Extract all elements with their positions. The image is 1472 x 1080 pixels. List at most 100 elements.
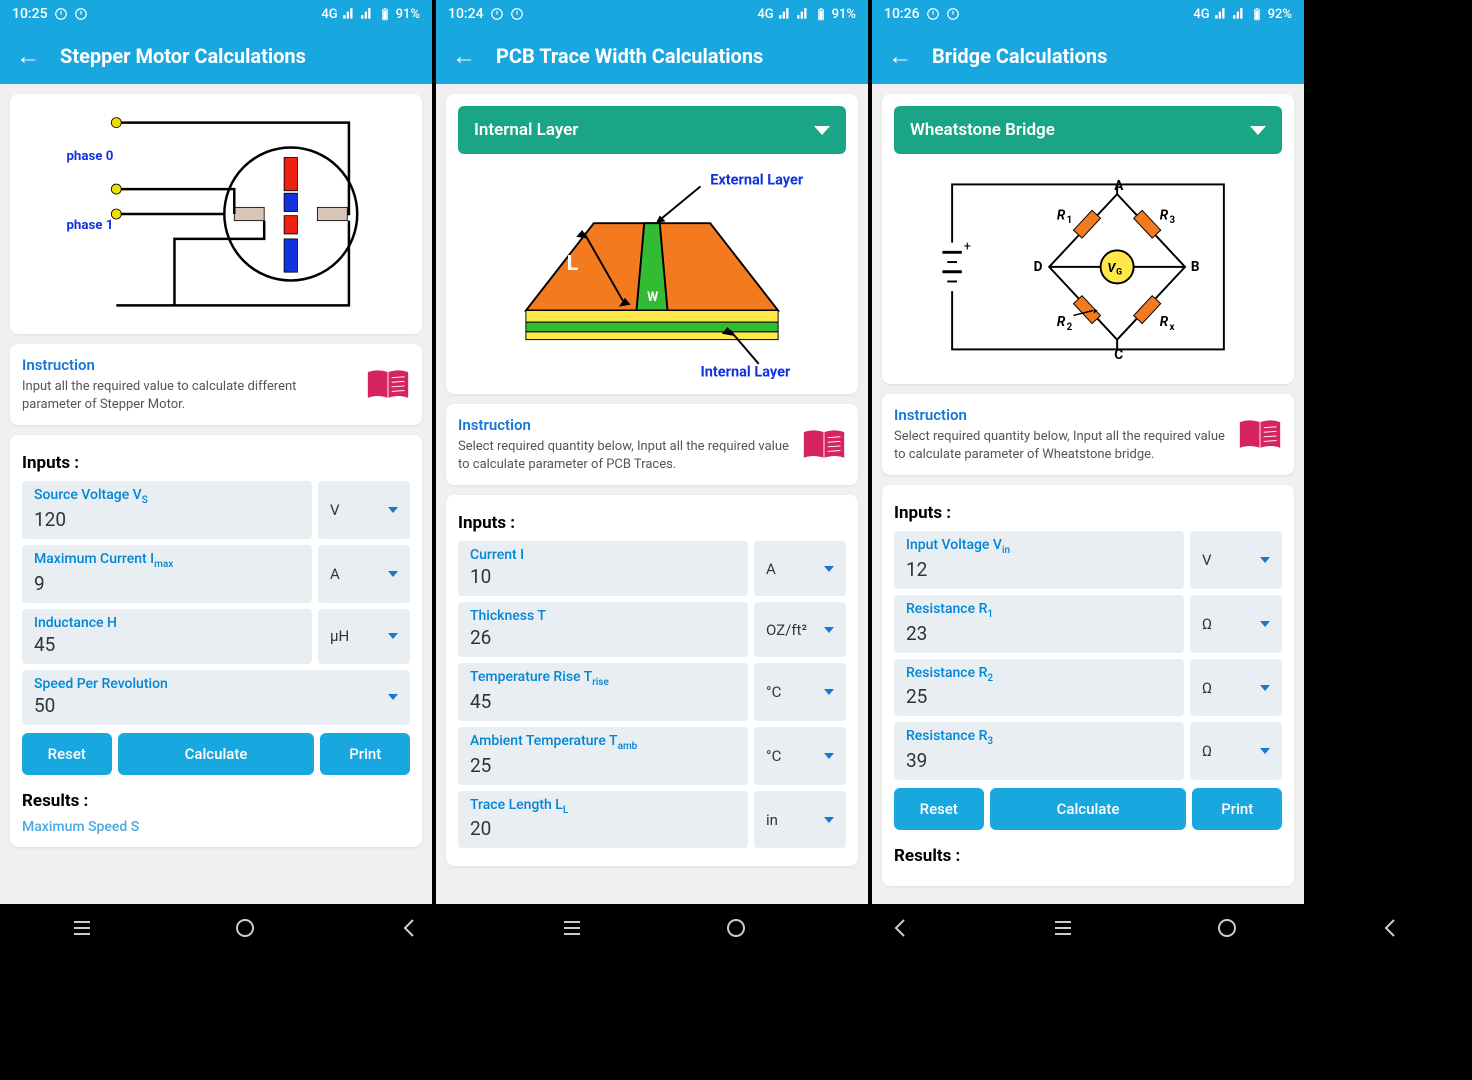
instruction-card: Instruction Select required quantity bel… bbox=[882, 394, 1294, 475]
nav-bar bbox=[491, 904, 982, 1080]
signal-icon bbox=[360, 7, 374, 21]
status-time: 10:24 bbox=[448, 6, 484, 22]
status-batt: 91% bbox=[396, 7, 420, 22]
inputs-card: Inputs : Input Voltage Vin12V Resistance… bbox=[882, 485, 1294, 886]
page-title: Bridge Calculations bbox=[932, 44, 1107, 68]
input-r2[interactable]: Resistance R225 bbox=[894, 659, 1184, 717]
book-icon[interactable] bbox=[1238, 417, 1282, 453]
svg-text:A: A bbox=[1114, 178, 1124, 194]
nav-bar bbox=[981, 904, 1472, 1080]
unit-select-current[interactable]: A bbox=[318, 545, 410, 603]
status-net: 4G bbox=[757, 7, 773, 22]
nav-recent-icon[interactable] bbox=[560, 916, 584, 940]
input-inductance[interactable]: Inductance H45 bbox=[22, 609, 312, 664]
instruction-card: Instruction Input all the required value… bbox=[10, 344, 422, 425]
svg-text:D: D bbox=[1034, 259, 1043, 275]
nav-bar bbox=[0, 904, 491, 1080]
unit-select[interactable]: Ω bbox=[1190, 659, 1282, 717]
notif-icon bbox=[926, 7, 940, 21]
diagram-bridge: + VG A B C D bbox=[894, 162, 1282, 372]
bridge-selector[interactable]: Wheatstone Bridge bbox=[894, 106, 1282, 154]
svg-text:V: V bbox=[1107, 261, 1116, 276]
unit-select-voltage[interactable]: V bbox=[318, 481, 410, 539]
nav-recent-icon[interactable] bbox=[70, 916, 94, 940]
input-temp-amb[interactable]: Ambient Temperature Tamb25 bbox=[458, 727, 748, 785]
svg-text:3: 3 bbox=[1170, 215, 1176, 226]
svg-text:G: G bbox=[1116, 268, 1122, 278]
nav-recent-icon[interactable] bbox=[1051, 916, 1075, 940]
nav-home-icon[interactable] bbox=[1215, 916, 1239, 940]
reset-button[interactable]: Reset bbox=[22, 733, 112, 775]
back-button[interactable]: ← bbox=[16, 42, 40, 71]
svg-text:x: x bbox=[1170, 322, 1175, 333]
results-title: Results : bbox=[22, 791, 410, 811]
status-bar: 10:24 4G 91% bbox=[436, 0, 868, 28]
unit-select[interactable]: °C bbox=[754, 727, 846, 785]
layer-selector[interactable]: Internal Layer bbox=[458, 106, 846, 154]
unit-select[interactable]: OZ/ft² bbox=[754, 602, 846, 657]
battery-icon bbox=[378, 7, 392, 21]
unit-select[interactable]: in bbox=[754, 791, 846, 849]
svg-text:W: W bbox=[647, 290, 658, 305]
input-r1[interactable]: Resistance R123 bbox=[894, 595, 1184, 653]
unit-select-inductance[interactable]: μH bbox=[318, 609, 410, 664]
input-temp-rise[interactable]: Temperature Rise Trise45 bbox=[458, 663, 748, 721]
signal-icon bbox=[778, 7, 792, 21]
svg-text:C: C bbox=[1114, 347, 1123, 363]
nav-back-icon[interactable] bbox=[1378, 916, 1402, 940]
svg-text:phase 0: phase 0 bbox=[66, 149, 113, 164]
nav-home-icon[interactable] bbox=[233, 916, 257, 940]
screen-stepper: 10:25 4G 91% ← Stepper Motor Calculation… bbox=[0, 0, 432, 904]
calculate-button[interactable]: Calculate bbox=[990, 788, 1187, 830]
screen-pcb: 10:24 4G 91% ← PCB Trace Width Calculati… bbox=[436, 0, 868, 904]
instruction-body: Select required quantity below, Input al… bbox=[894, 428, 1228, 463]
book-icon[interactable] bbox=[366, 367, 410, 403]
unit-select[interactable]: Ω bbox=[1190, 722, 1282, 780]
input-trace-len[interactable]: Trace Length LL20 bbox=[458, 791, 748, 849]
notif-icon bbox=[54, 7, 68, 21]
calculate-button[interactable]: Calculate bbox=[118, 733, 315, 775]
print-button[interactable]: Print bbox=[320, 733, 410, 775]
unit-select[interactable]: V bbox=[1190, 531, 1282, 589]
unit-select[interactable]: °C bbox=[754, 663, 846, 721]
instruction-body: Select required quantity below, Input al… bbox=[458, 438, 792, 473]
instruction-heading: Instruction bbox=[894, 406, 1228, 424]
input-r3[interactable]: Resistance R339 bbox=[894, 722, 1184, 780]
reset-button[interactable]: Reset bbox=[894, 788, 984, 830]
input-vin[interactable]: Input Voltage Vin12 bbox=[894, 531, 1184, 589]
svg-text:R: R bbox=[1057, 314, 1066, 330]
notif-icon bbox=[510, 7, 524, 21]
signal-icon bbox=[342, 7, 356, 21]
app-bar: ← Bridge Calculations bbox=[872, 28, 1304, 84]
notif-icon bbox=[946, 7, 960, 21]
instruction-card: Instruction Select required quantity bel… bbox=[446, 404, 858, 485]
label-internal: Internal Layer bbox=[700, 364, 790, 379]
results-title: Results : bbox=[894, 846, 1282, 866]
status-time: 10:25 bbox=[12, 6, 48, 22]
input-speed-rev[interactable]: Speed Per Revolution50 bbox=[22, 670, 410, 725]
svg-text:2: 2 bbox=[1067, 322, 1073, 333]
nav-home-icon[interactable] bbox=[724, 916, 748, 940]
svg-text:1: 1 bbox=[1067, 215, 1073, 226]
page-title: Stepper Motor Calculations bbox=[60, 44, 306, 68]
input-thickness[interactable]: Thickness T26 bbox=[458, 602, 748, 657]
status-bar: 10:25 4G 91% bbox=[0, 0, 432, 28]
result-row: Maximum Speed S bbox=[22, 819, 410, 835]
nav-back-icon[interactable] bbox=[397, 916, 421, 940]
input-source-voltage[interactable]: Source Voltage VS120 bbox=[22, 481, 312, 539]
nav-back-icon[interactable] bbox=[888, 916, 912, 940]
input-current[interactable]: Current I10 bbox=[458, 541, 748, 596]
app-bar: ← Stepper Motor Calculations bbox=[0, 28, 432, 84]
status-batt: 91% bbox=[832, 7, 856, 22]
print-button[interactable]: Print bbox=[1192, 788, 1282, 830]
back-button[interactable]: ← bbox=[452, 42, 476, 71]
back-button[interactable]: ← bbox=[888, 42, 912, 71]
unit-select[interactable]: Ω bbox=[1190, 595, 1282, 653]
svg-text:R: R bbox=[1057, 207, 1066, 223]
label-external: External Layer bbox=[710, 172, 804, 189]
unit-select[interactable]: A bbox=[754, 541, 846, 596]
book-icon[interactable] bbox=[802, 427, 846, 463]
input-max-current[interactable]: Maximum Current Imax9 bbox=[22, 545, 312, 603]
svg-text:phase 1: phase 1 bbox=[66, 218, 113, 233]
status-time: 10:26 bbox=[884, 6, 920, 22]
